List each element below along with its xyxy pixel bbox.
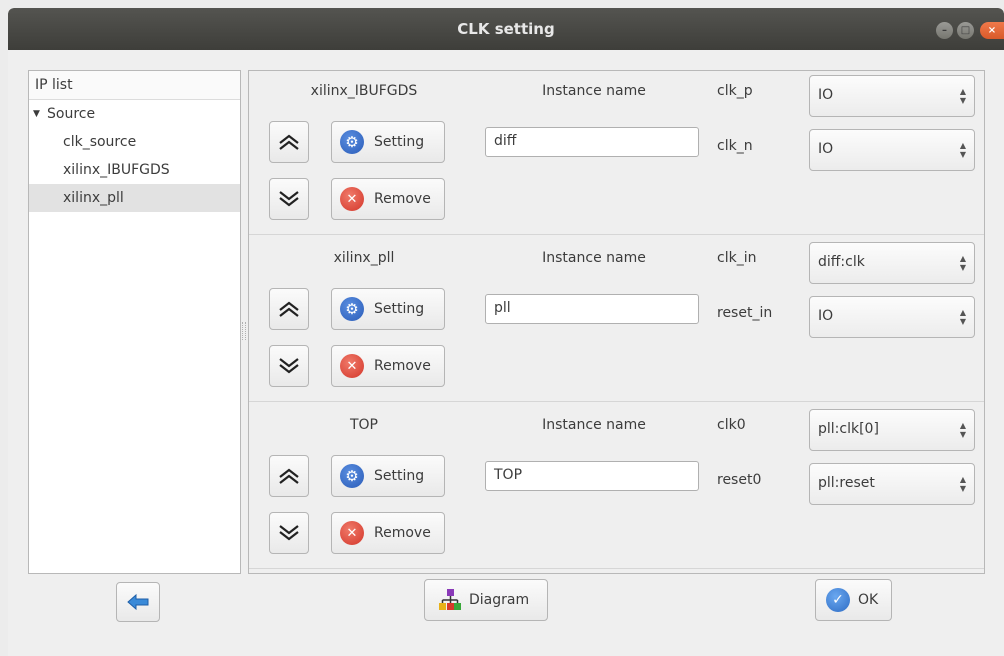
instance-name-label: Instance name: [542, 83, 646, 99]
setting-button[interactable]: ⚙ Setting: [331, 455, 445, 497]
move-down-button[interactable]: [269, 178, 309, 220]
spin-arrows-icon: ▲ ▼: [959, 308, 966, 326]
ip-block: TOP Instance name clk0 pll:clk[0] ▲ ▼ ⚙ S…: [249, 405, 984, 571]
ip-block: xilinx_pll Instance name clk_in diff:clk…: [249, 238, 984, 404]
pin-select-value: pll:clk[0]: [818, 421, 879, 437]
move-down-button[interactable]: [269, 345, 309, 387]
pin-select-value: IO: [818, 87, 834, 103]
diagram-button-label: Diagram: [469, 592, 530, 608]
pin-label: clk0: [717, 417, 746, 433]
remove-button-label: Remove: [374, 525, 431, 541]
remove-button[interactable]: ✕ Remove: [331, 345, 445, 387]
setting-button[interactable]: ⚙ Setting: [331, 121, 445, 163]
pin-select-value: IO: [818, 141, 834, 157]
double-chevron-up-icon: [279, 301, 299, 317]
ip-config-panel: xilinx_IBUFGDS Instance name clk_p IO ▲ ▼…: [248, 70, 985, 574]
tree-root-source[interactable]: ▼ Source: [29, 100, 240, 128]
move-up-button[interactable]: [269, 121, 309, 163]
double-chevron-down-icon: [279, 525, 299, 541]
pin-label: reset0: [717, 472, 762, 488]
pin-label: clk_in: [717, 250, 757, 266]
move-up-button[interactable]: [269, 288, 309, 330]
divider: [249, 401, 984, 402]
pin-select[interactable]: IO ▲ ▼: [809, 296, 975, 338]
move-down-button[interactable]: [269, 512, 309, 554]
double-chevron-down-icon: [279, 191, 299, 207]
double-chevron-down-icon: [279, 358, 299, 374]
tree-item-xilinx-ibufgds[interactable]: xilinx_IBUFGDS: [29, 156, 240, 184]
tree-item-clk-source[interactable]: clk_source: [29, 128, 240, 156]
pin-select-value: IO: [818, 308, 834, 324]
spin-arrows-icon: ▲ ▼: [959, 475, 966, 493]
remove-button[interactable]: ✕ Remove: [331, 178, 445, 220]
remove-button[interactable]: ✕ Remove: [331, 512, 445, 554]
tree-item-xilinx-pll[interactable]: xilinx_pll: [29, 184, 240, 212]
setting-button-label: Setting: [374, 134, 425, 150]
titlebar: CLK setting – □ ×: [8, 8, 1004, 50]
remove-icon: ✕: [340, 354, 364, 378]
pin-select[interactable]: diff:clk ▲ ▼: [809, 242, 975, 284]
pin-select[interactable]: pll:reset ▲ ▼: [809, 463, 975, 505]
remove-button-label: Remove: [374, 191, 431, 207]
ip-name: xilinx_IBUFGDS: [310, 83, 418, 99]
spin-arrows-icon: ▲ ▼: [959, 87, 966, 105]
pin-select-value: pll:reset: [818, 475, 875, 491]
diagram-button[interactable]: Diagram: [424, 579, 548, 621]
expand-triangle-icon[interactable]: ▼: [33, 100, 47, 128]
instance-name-input[interactable]: diff: [485, 127, 699, 157]
minimize-button[interactable]: –: [936, 22, 953, 39]
tree-root-label: Source: [47, 106, 96, 122]
divider: [249, 568, 984, 569]
pin-select[interactable]: pll:clk[0] ▲ ▼: [809, 409, 975, 451]
gear-icon: ⚙: [340, 297, 364, 321]
instance-name-input[interactable]: pll: [485, 294, 699, 324]
double-chevron-up-icon: [279, 468, 299, 484]
ip-name: xilinx_pll: [333, 250, 395, 266]
gear-icon: ⚙: [340, 464, 364, 488]
ip-list-tree[interactable]: IP list ▼ Source clk_source xilinx_IBUFGD…: [28, 70, 241, 574]
instance-name-input[interactable]: TOP: [485, 461, 699, 491]
window-title: CLK setting: [457, 20, 555, 38]
double-chevron-up-icon: [279, 134, 299, 150]
setting-button-label: Setting: [374, 468, 425, 484]
check-icon: ✓: [826, 588, 850, 612]
remove-button-label: Remove: [374, 358, 431, 374]
spin-arrows-icon: ▲ ▼: [959, 254, 966, 272]
close-button[interactable]: ×: [980, 22, 1004, 39]
divider: [249, 234, 984, 235]
ip-list-header: IP list: [29, 71, 240, 100]
maximize-button[interactable]: □: [957, 22, 974, 39]
back-button[interactable]: [116, 582, 160, 622]
gear-icon: ⚙: [340, 130, 364, 154]
remove-icon: ✕: [340, 187, 364, 211]
instance-name-label: Instance name: [542, 250, 646, 266]
ip-block: xilinx_IBUFGDS Instance name clk_p IO ▲ ▼…: [249, 71, 984, 237]
setting-button[interactable]: ⚙ Setting: [331, 288, 445, 330]
back-arrow-icon: [127, 593, 149, 611]
pin-select-value: diff:clk: [818, 254, 865, 270]
spin-arrows-icon: ▲ ▼: [959, 421, 966, 439]
diagram-icon: [439, 589, 461, 610]
setting-button-label: Setting: [374, 301, 425, 317]
instance-name-label: Instance name: [542, 417, 646, 433]
ok-button-label: OK: [858, 592, 879, 608]
pin-label: clk_p: [717, 83, 753, 99]
ok-button[interactable]: ✓ OK: [815, 579, 892, 621]
pin-select[interactable]: IO ▲ ▼: [809, 75, 975, 117]
pin-select[interactable]: IO ▲ ▼: [809, 129, 975, 171]
spin-arrows-icon: ▲ ▼: [959, 141, 966, 159]
splitter-handle[interactable]: [242, 322, 246, 340]
pin-label: reset_in: [717, 305, 773, 321]
ip-name: TOP: [349, 417, 378, 433]
move-up-button[interactable]: [269, 455, 309, 497]
pin-label: clk_n: [717, 138, 753, 154]
remove-icon: ✕: [340, 521, 364, 545]
